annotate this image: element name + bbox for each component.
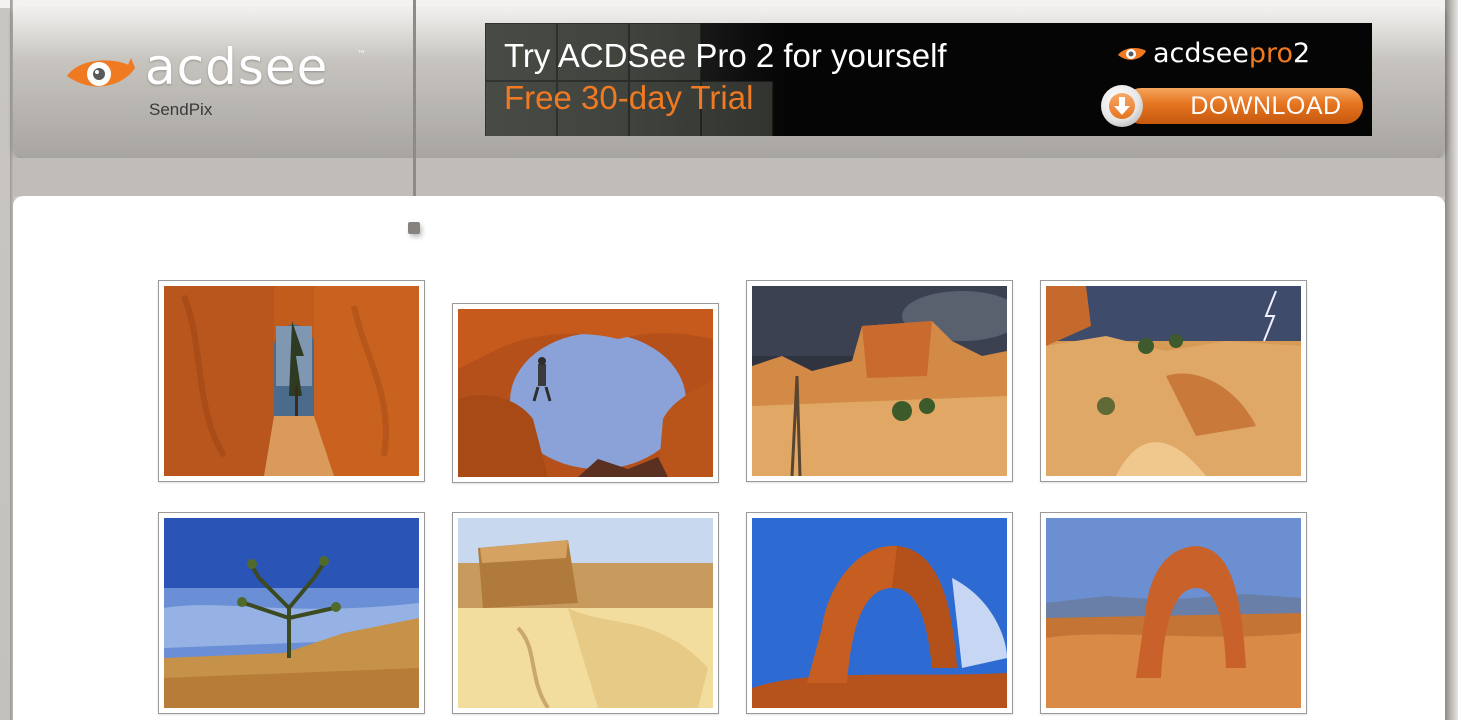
- download-pill: DOWNLOAD: [1123, 88, 1363, 124]
- hoodoo-storm-photo: [752, 286, 1007, 476]
- gallery-area: [13, 196, 1445, 720]
- top-strip: [0, 0, 1458, 8]
- photo-thumbnail[interactable]: [1040, 512, 1307, 714]
- canyon-tunnel-photo: [164, 286, 419, 476]
- photo-thumbnail[interactable]: [746, 280, 1013, 482]
- acdsee-pro-logo: acdseepro2: [1117, 38, 1357, 75]
- photo-thumbnail[interactable]: [158, 512, 425, 714]
- header-bar: acdsee ™ SendPix Try ACDSee Pro 2 for yo…: [13, 8, 1445, 158]
- right-edge: [1445, 0, 1458, 720]
- banner-subtitle: Free 30-day Trial: [504, 79, 754, 116]
- download-button[interactable]: DOWNLOAD: [1101, 85, 1365, 127]
- logo-wordmark: acdsee: [145, 38, 329, 96]
- photo-thumbnail[interactable]: [746, 512, 1013, 714]
- canyon-lightning-photo: [1046, 286, 1301, 476]
- toolbar-band: [13, 158, 1445, 196]
- promo-banner[interactable]: Try ACDSee Pro 2 for yourself Free 30-da…: [485, 23, 1372, 136]
- delicate-arch-blue-sky-photo: [752, 518, 1007, 708]
- banner-title: Try ACDSee Pro 2 for yourself: [504, 37, 947, 74]
- mesa-rock-photo: [458, 518, 713, 708]
- eye-logo-icon: [1118, 47, 1146, 60]
- acdsee-logo[interactable]: acdsee ™ SendPix: [65, 38, 375, 126]
- photo-thumbnail[interactable]: [1040, 280, 1307, 482]
- app-window: acdsee ™ SendPix Try ACDSee Pro 2 for yo…: [0, 0, 1458, 720]
- drag-guide-line: [413, 0, 416, 228]
- delicate-arch-mountains-photo: [1046, 518, 1301, 708]
- photo-thumbnail[interactable]: [452, 512, 719, 714]
- drag-handle[interactable]: [408, 222, 420, 234]
- photo-thumbnail[interactable]: [452, 303, 719, 483]
- download-arrow-icon: [1101, 85, 1143, 127]
- pro-wordmark: acdseepro2: [1153, 38, 1311, 69]
- photo-thumbnail[interactable]: [158, 280, 425, 482]
- logo-subtitle: SendPix: [149, 100, 213, 119]
- hiker-arch-photo: [458, 309, 713, 477]
- joshua-tree-photo: [164, 518, 419, 708]
- download-label: DOWNLOAD: [1190, 92, 1342, 120]
- logo-trademark: ™: [357, 50, 366, 60]
- eye-logo-icon: [67, 58, 135, 87]
